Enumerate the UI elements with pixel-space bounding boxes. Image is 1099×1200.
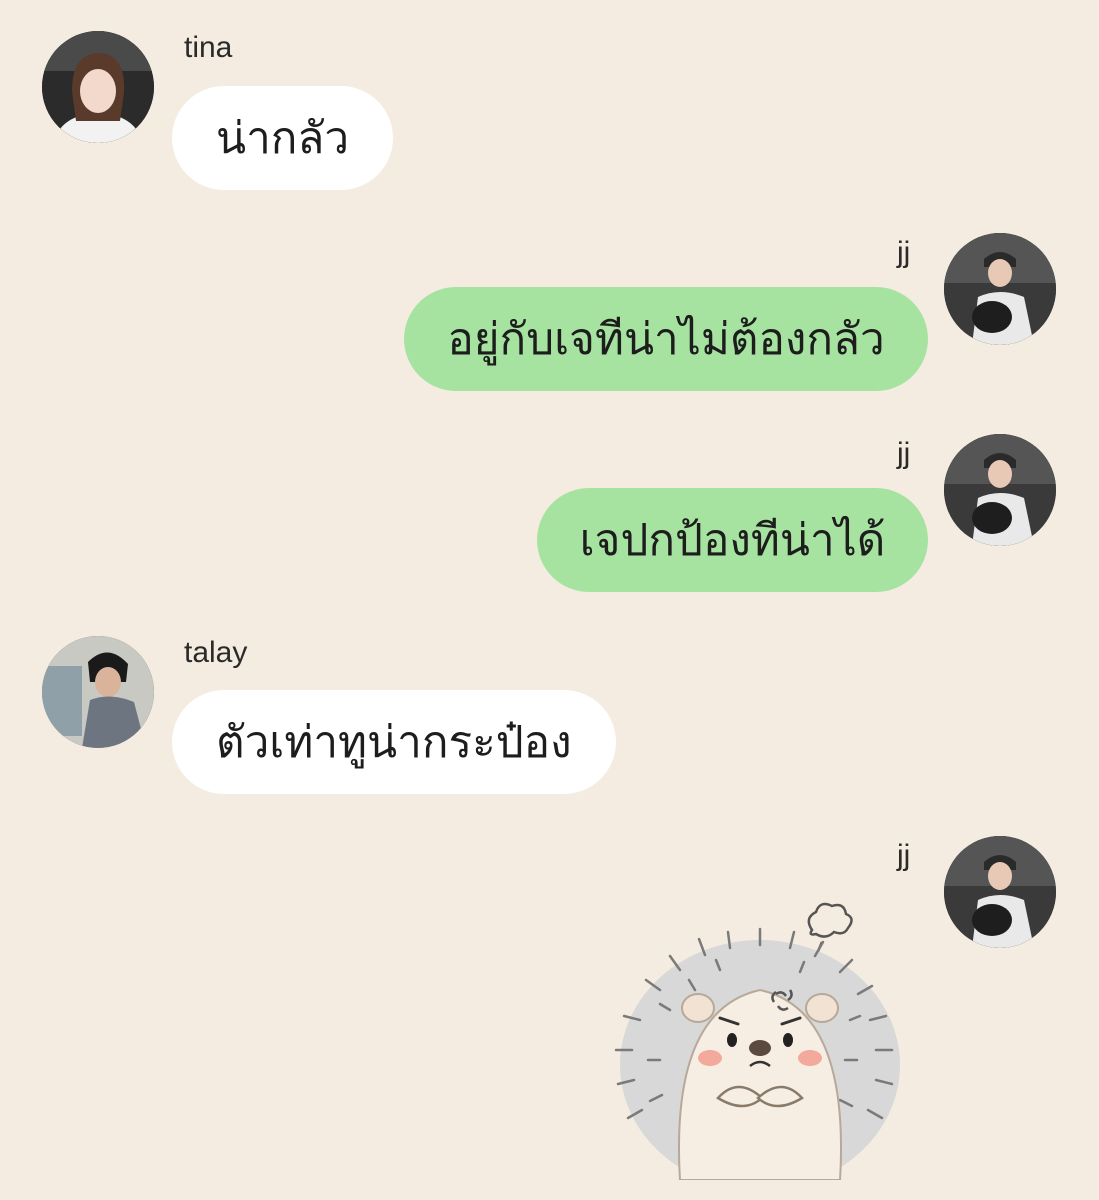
avatar-jj[interactable] [944, 434, 1056, 546]
sender-name: jj [897, 839, 911, 872]
message-bubble[interactable]: ตัวเท่าทูน่ากระป๋อง [172, 690, 616, 794]
message-bubble[interactable]: น่ากลัว [172, 86, 394, 190]
sender-name: talay [184, 636, 248, 669]
message-bubble[interactable]: เจปกป้องทีน่าได้ [537, 488, 928, 592]
sender-name: tina [184, 31, 233, 64]
avatar-jj[interactable] [944, 233, 1056, 345]
sender-name: jj [897, 236, 911, 269]
message-bubble[interactable]: อยู่กับเจทีน่าไม่ต้องกลัว [404, 287, 928, 391]
avatar-jj[interactable] [944, 836, 1056, 948]
avatar-tina[interactable] [42, 31, 154, 143]
angry-hedgehog-sticker[interactable] [600, 890, 920, 1190]
avatar-talay[interactable] [42, 636, 154, 748]
sender-name: jj [897, 437, 911, 470]
